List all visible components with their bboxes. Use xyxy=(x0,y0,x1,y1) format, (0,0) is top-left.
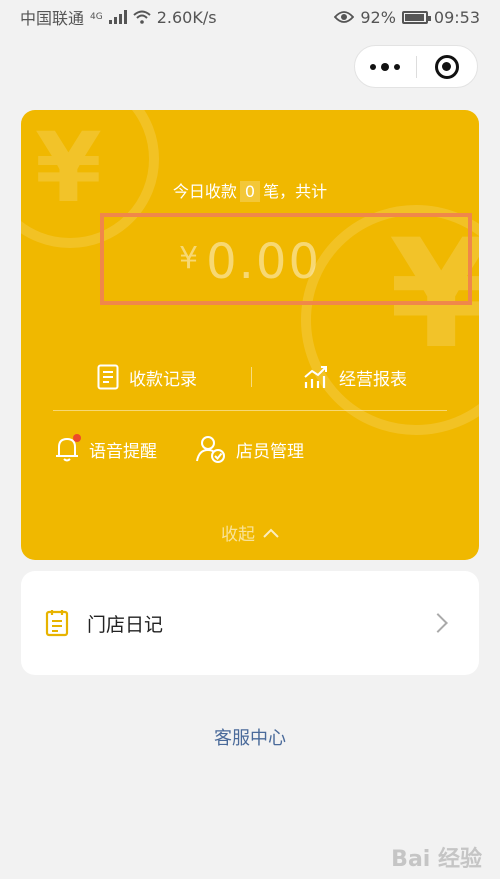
store-diary-item[interactable]: 门店日记 xyxy=(21,571,479,675)
collapse-button[interactable]: 收起 xyxy=(21,520,479,545)
today-prefix: 今日收款 xyxy=(172,182,237,201)
highlight-box xyxy=(100,213,472,305)
chevron-up-icon xyxy=(263,528,279,538)
staff-management-button[interactable]: 店员管理 xyxy=(196,435,304,463)
more-dots-icon[interactable] xyxy=(355,46,416,87)
target-close-icon[interactable] xyxy=(416,46,477,87)
watermark: Bai 经验 xyxy=(391,847,482,872)
trend-chart-icon xyxy=(304,366,327,388)
eye-icon xyxy=(334,11,355,23)
battery-icon xyxy=(401,10,431,24)
today-collection-line: 今日收款 0 笔，共计 xyxy=(21,178,479,202)
notification-dot xyxy=(73,434,81,442)
customer-service-label: 客服中心 xyxy=(214,728,286,749)
signal-icon xyxy=(108,10,127,24)
store-diary-label: 门店日记 xyxy=(87,613,164,636)
bell-icon xyxy=(55,434,81,463)
status-right: 92% 09:53 xyxy=(334,8,480,27)
carrier-name: 中国联通 xyxy=(20,9,85,28)
business-reports-button[interactable]: 经营报表 xyxy=(303,364,407,390)
today-count: 0 xyxy=(239,181,261,202)
capsule-menu xyxy=(354,45,478,88)
section-divider xyxy=(53,410,447,411)
wifi-icon xyxy=(133,10,151,24)
status-bar: 中国联通 4G 2.60K/s 92% 09:53 xyxy=(0,0,500,34)
status-left: 中国联通 4G 2.60K/s xyxy=(20,5,217,29)
voice-reminder-button[interactable]: 语音提醒 xyxy=(55,434,157,463)
collection-records-button[interactable]: 收款记录 xyxy=(97,364,197,390)
customer-service-link[interactable]: 客服中心 xyxy=(0,724,500,750)
collection-summary-card: ¥ ¥ 今日收款 0 笔，共计 ¥0.00 收款记录 经营报表 语音提醒 店员管… xyxy=(21,110,479,560)
clock: 09:53 xyxy=(433,7,480,27)
voice-reminder-label: 语音提醒 xyxy=(89,441,157,462)
primary-actions: 收款记录 经营报表 xyxy=(21,361,479,393)
battery-percent: 92% xyxy=(360,7,396,27)
network-type: 4G xyxy=(90,12,103,22)
business-reports-label: 经营报表 xyxy=(339,369,407,390)
staff-check-icon xyxy=(196,436,225,463)
today-suffix: 笔，共计 xyxy=(263,182,328,201)
secondary-actions: 语音提醒 店员管理 xyxy=(21,434,479,469)
network-speed: 2.60K/s xyxy=(156,7,217,27)
collection-records-label: 收款记录 xyxy=(129,369,197,390)
actions-divider xyxy=(251,367,252,387)
collapse-label: 收起 xyxy=(221,525,255,545)
notepad-icon xyxy=(45,610,69,637)
document-icon xyxy=(97,364,119,390)
staff-management-label: 店员管理 xyxy=(236,441,304,462)
chevron-right-icon xyxy=(428,613,448,633)
